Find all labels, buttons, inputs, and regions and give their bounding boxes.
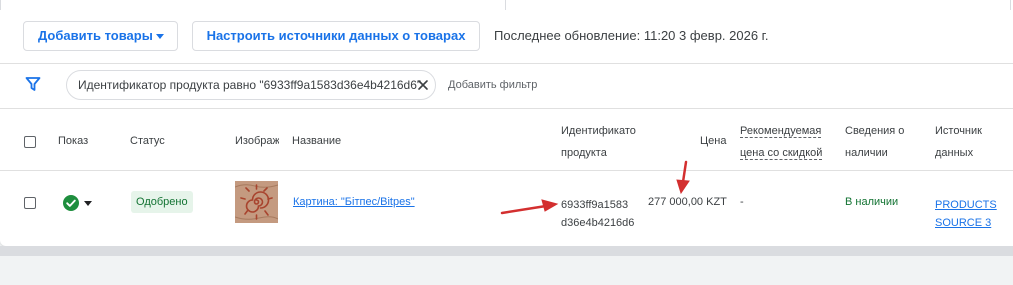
data-source-link[interactable]: PRODUCTS SOURCE 3 — [935, 196, 997, 232]
product-id-line1: 6933ff9a1583 — [561, 199, 629, 211]
show-status-dropdown[interactable] — [63, 194, 95, 212]
filter-icon[interactable] — [25, 76, 41, 92]
header-source[interactable]: Источник данных — [935, 120, 982, 164]
add-filter-link[interactable]: Добавить фильтр — [448, 79, 537, 91]
header-product-id-line2: продукта — [561, 147, 607, 159]
top-edge-line — [505, 0, 506, 10]
filter-divider — [0, 108, 1013, 109]
close-icon[interactable] — [417, 79, 429, 91]
toolbar-divider — [0, 63, 1013, 64]
price-cell: 277 000,00 KZT — [648, 196, 727, 208]
products-panel: Добавить товары Настроить источники данн… — [0, 0, 1013, 246]
configure-sources-button[interactable]: Настроить источники данных о товарах — [192, 21, 480, 51]
header-divider — [0, 170, 1013, 171]
row-checkbox[interactable] — [24, 197, 36, 209]
status-badge: Одобрено — [131, 191, 193, 213]
header-price[interactable]: Цена — [700, 130, 726, 152]
dropdown-caret-icon — [156, 34, 164, 39]
add-products-label: Добавить товары — [38, 28, 153, 43]
header-source-line1: Источник — [935, 125, 982, 137]
header-availability-line2: наличии — [845, 147, 888, 159]
configure-sources-label: Настроить источники данных о товарах — [206, 28, 466, 43]
select-all-checkbox[interactable] — [24, 136, 36, 148]
header-source-line2: данных — [935, 147, 974, 159]
header-show[interactable]: Показ — [58, 130, 88, 152]
header-name[interactable]: Название — [292, 130, 341, 152]
product-thumbnail[interactable] — [235, 181, 278, 223]
top-edge-line — [0, 0, 1, 10]
filter-chip-label: Идентификатор продукта равно "6933ff9a15… — [78, 78, 422, 92]
header-sale-price[interactable]: Рекомендуемая цена со скидкой — [740, 120, 823, 164]
header-image[interactable]: Изображ — [235, 130, 279, 152]
header-sale-price-line2: цена со скидкой — [740, 147, 823, 160]
filter-chip[interactable]: Идентификатор продукта равно "6933ff9a15… — [66, 70, 436, 100]
header-product-id-line1: Идентификато — [561, 125, 636, 137]
chevron-down-icon — [84, 201, 92, 206]
header-sale-price-line1: Рекомендуемая — [740, 125, 822, 138]
sale-price-cell: - — [740, 196, 744, 208]
last-update-text: Последнее обновление: 11:20 3 февр. 2026… — [494, 28, 769, 43]
header-availability-line1: Сведения о — [845, 125, 905, 137]
product-id-cell: 6933ff9a1583 d36e4b4216d6 — [561, 196, 634, 232]
top-edge-line — [1010, 0, 1011, 10]
add-products-button[interactable]: Добавить товары — [23, 21, 178, 51]
data-source-line1: PRODUCTS — [935, 199, 997, 211]
availability-cell: В наличии — [845, 196, 899, 208]
product-name-link[interactable]: Картина: "Бітпес/Bitpes" — [293, 196, 415, 208]
header-status[interactable]: Статус — [130, 130, 165, 152]
check-circle-icon — [63, 195, 79, 211]
scrollbar-track[interactable] — [0, 246, 1013, 256]
header-product-id[interactable]: Идентификато продукта — [561, 120, 638, 164]
header-availability[interactable]: Сведения о наличии — [845, 120, 904, 164]
data-source-line2: SOURCE 3 — [935, 217, 992, 229]
product-id-line2: d36e4b4216d6 — [561, 217, 635, 229]
